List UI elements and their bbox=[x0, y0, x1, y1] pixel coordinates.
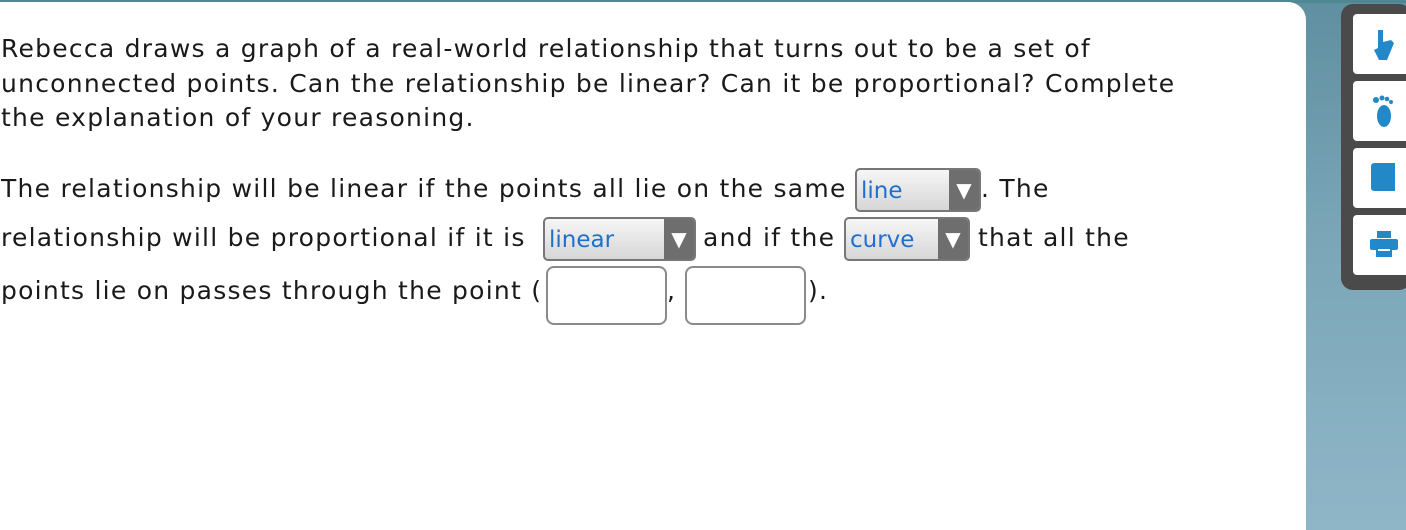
comma-text: , bbox=[667, 276, 677, 305]
graph-shape-dropdown[interactable]: curve ▼ bbox=[844, 217, 970, 261]
answer-text-7: ). bbox=[808, 276, 829, 305]
answer-text-4: and if the bbox=[703, 223, 836, 252]
pointer-tool-button[interactable] bbox=[1353, 14, 1406, 74]
x-coordinate-input[interactable] bbox=[546, 266, 667, 325]
answer-text-1: The relationship will be linear if the p… bbox=[1, 174, 847, 203]
printer-icon bbox=[1370, 231, 1398, 257]
shape-dropdown[interactable]: line ▼ bbox=[855, 168, 981, 212]
steps-tool-button[interactable] bbox=[1353, 81, 1406, 141]
tool-sidebar bbox=[1341, 4, 1406, 290]
graph-shape-dropdown-value: curve bbox=[850, 227, 915, 253]
hand-pointer-icon bbox=[1374, 30, 1394, 60]
book-icon bbox=[1371, 163, 1395, 191]
footprint-icon bbox=[1373, 95, 1393, 127]
y-coordinate-input[interactable] bbox=[685, 266, 806, 325]
answer-text-6: points lie on passes through the point ( bbox=[1, 276, 543, 305]
chevron-down-icon: ▼ bbox=[949, 170, 979, 210]
relationship-dropdown[interactable]: linear ▼ bbox=[543, 217, 696, 261]
chevron-down-icon: ▼ bbox=[664, 219, 694, 259]
question-text: Rebecca draws a graph of a real-world re… bbox=[1, 34, 1176, 132]
shape-dropdown-value: line bbox=[861, 178, 903, 204]
relationship-dropdown-value: linear bbox=[549, 227, 615, 253]
glossary-tool-button[interactable] bbox=[1353, 148, 1406, 208]
chevron-down-icon: ▼ bbox=[938, 219, 968, 259]
print-tool-button[interactable] bbox=[1353, 215, 1406, 275]
answer-text-2: . The bbox=[981, 174, 1050, 203]
answer-text-3: relationship will be proportional if it … bbox=[1, 223, 526, 252]
question-panel: Rebecca draws a graph of a real-world re… bbox=[0, 2, 1306, 530]
answer-text-5: that all the bbox=[978, 223, 1130, 252]
